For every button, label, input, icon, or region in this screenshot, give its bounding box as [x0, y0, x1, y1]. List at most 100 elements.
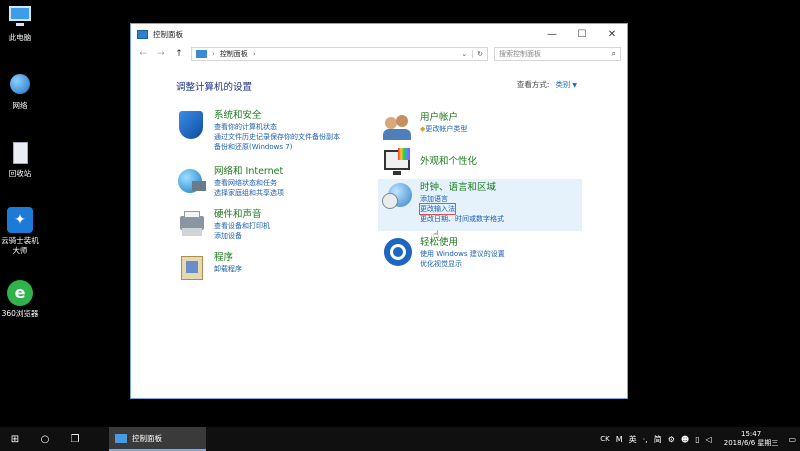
title-bar[interactable]: 控制面板 — ☐ ✕ [131, 24, 627, 44]
category-hardware-sound: 硬件和声音 查看设备和打印机 添加设备 [176, 208, 270, 241]
category-title[interactable]: 外观和个性化 [420, 155, 477, 168]
change-input-method-link[interactable]: 更改输入法 [419, 203, 456, 215]
desktop-icon-label: 回收站 [8, 169, 32, 178]
chevron-down-icon[interactable]: ▼ [572, 82, 577, 89]
category-link[interactable]: 使用 Windows 建议的设置 [420, 249, 505, 259]
search-icon[interactable]: ⌕ [612, 49, 616, 59]
control-panel-window: 控制面板 — ☐ ✕ ← → ↑ › 控制面板 › ⌄ ↻ 搜索控制面板 ⌕ 调… [130, 23, 628, 399]
category-user-accounts: 用户帐户 ◆更改帐户类型 [382, 111, 467, 143]
category-link[interactable]: 卸载程序 [214, 264, 242, 274]
control-panel-icon [115, 433, 127, 443]
control-panel-icon [137, 29, 148, 39]
back-arrow-icon[interactable]: ← [137, 49, 149, 59]
refresh-icon[interactable]: ↻ [472, 50, 483, 58]
minimize-button[interactable]: — [537, 24, 567, 44]
window-title: 控制面板 [153, 29, 183, 39]
view-by: 查看方式: 类别 ▼ [517, 79, 577, 90]
page-title: 调整计算机的设置 [176, 82, 253, 93]
desktop-icon-recycle-bin[interactable]: 回收站 [0, 140, 40, 179]
navigation-bar: ← → ↑ › 控制面板 › ⌄ ↻ 搜索控制面板 ⌕ [131, 44, 627, 64]
desktop-icon-label: 网络 [12, 101, 28, 110]
category-ease-of-access: 轻松使用 使用 Windows 建议的设置 优化视觉显示 [382, 236, 505, 269]
desktop-icon-label: 云骑士装机 大师 [1, 236, 39, 255]
category-link[interactable]: 添加设备 [214, 231, 270, 241]
desktop-icon-this-pc[interactable]: 此电脑 [0, 4, 40, 43]
desktop-icon-360-browser[interactable]: e 360浏览器 [0, 280, 40, 319]
category-title[interactable]: 程序 [214, 251, 242, 264]
category-link[interactable]: 更改日期、时间或数字格式 [420, 214, 504, 224]
category-title[interactable]: 网络和 Internet [214, 165, 284, 178]
maximize-button[interactable]: ☐ [567, 24, 597, 44]
browser-360-icon: e [7, 280, 33, 306]
category-system-security: 系统和安全 查看你的计算机状态 通过文件历史记录保存你的文件备份副本 备份和还原… [176, 109, 340, 152]
category-link[interactable]: 备份和还原(Windows 7) [214, 142, 340, 152]
desktop-icon-yunqishi[interactable]: ✦ 云骑士装机 大师 [0, 207, 40, 256]
category-link[interactable]: 查看你的计算机状态 [214, 122, 340, 132]
chevron-down-icon[interactable]: ⌄ [461, 50, 467, 58]
control-panel-icon [196, 50, 207, 58]
category-link[interactable]: 选择家庭组和共享选项 [214, 188, 284, 198]
search-input[interactable]: 搜索控制面板 ⌕ [494, 47, 621, 61]
people-icon[interactable]: ☻ [681, 435, 689, 444]
category-link[interactable]: 优化视觉显示 [420, 259, 505, 269]
forward-arrow-icon[interactable]: → [155, 49, 167, 59]
search-placeholder: 搜索控制面板 [499, 50, 541, 58]
cortana-search-icon[interactable]: ○ [30, 427, 60, 451]
breadcrumb-control-panel[interactable]: 控制面板 [220, 49, 248, 59]
category-link-text[interactable]: 更改帐户类型 [425, 125, 467, 133]
windows-start-icon[interactable]: ⊞ [0, 427, 30, 451]
control-panel-content: 调整计算机的设置 查看方式: 类别 ▼ 系统和安全 查看你的计算机状态 通过文件历史… [131, 64, 627, 398]
programs-box-icon[interactable] [176, 251, 208, 283]
network-globe-icon [7, 72, 33, 98]
category-link[interactable]: 查看网络状态和任务 [214, 178, 284, 188]
clock-globe-icon[interactable] [382, 181, 414, 213]
shield-icon[interactable] [176, 109, 208, 141]
tray-item[interactable]: ⚙ [668, 435, 675, 444]
category-link[interactable]: ◆更改帐户类型 [420, 124, 467, 134]
category-link[interactable]: 通过文件历史记录保存你的文件备份副本 [214, 132, 340, 142]
yunqishi-logo-icon: ✦ [7, 207, 33, 233]
view-by-label: 查看方式: [516, 80, 550, 89]
view-by-dropdown[interactable]: 类别 [555, 80, 570, 89]
desktop-icon-label: 360浏览器 [1, 309, 39, 318]
notification-icon[interactable]: ▭ [788, 435, 796, 444]
users-icon[interactable] [382, 111, 414, 143]
tray-item[interactable]: M [616, 435, 623, 444]
category-link[interactable]: 添加语言 [420, 194, 504, 204]
category-title[interactable]: 时钟、语言和区域 [420, 181, 504, 194]
appearance-monitor-icon[interactable] [382, 146, 414, 178]
category-title[interactable]: 硬件和声音 [214, 208, 270, 221]
taskbar-app-control-panel[interactable]: 控制面板 [109, 427, 206, 451]
taskbar-app-label: 控制面板 [132, 433, 162, 443]
recycle-bin-icon [7, 140, 33, 166]
speaker-icon[interactable]: ◁ [706, 435, 712, 444]
category-clock-language-region: 时钟、语言和区域 添加语言 更改输入法 更改日期、时间或数字格式 [378, 179, 582, 231]
taskbar: ⊞ ○ ❐ 控制面板 CK M 英 ·, 简 ⚙ ☻ ▯ ◁ 15:47 201… [0, 427, 800, 451]
system-tray: CK M 英 ·, 简 ⚙ ☻ ▯ ◁ 15:47 2018/6/6 星期三 ▭ [600, 430, 800, 448]
printer-icon[interactable] [176, 208, 208, 240]
category-appearance: 外观和个性化 [382, 146, 477, 178]
task-view-icon[interactable]: ❐ [60, 427, 90, 451]
category-title[interactable]: 系统和安全 [214, 109, 340, 122]
close-button[interactable]: ✕ [597, 24, 627, 44]
category-title[interactable]: 用户帐户 [420, 111, 467, 124]
tray-item[interactable]: 简 [654, 434, 662, 445]
network-globe-icon[interactable] [176, 165, 208, 197]
clock-date: 2018/6/6 星期三 [723, 439, 779, 447]
clock-time: 15:47 [741, 430, 762, 438]
taskbar-clock[interactable]: 15:47 2018/6/6 星期三 [724, 430, 779, 448]
breadcrumb-separator[interactable]: › [253, 50, 256, 58]
category-link[interactable]: 查看设备和打印机 [214, 221, 270, 231]
up-arrow-icon[interactable]: ↑ [173, 49, 185, 59]
hand-cursor-icon: ☝ [433, 230, 440, 241]
breadcrumb-separator: › [212, 50, 215, 58]
monitor-icon [7, 4, 33, 30]
desktop-icon-network[interactable]: 网络 [0, 72, 40, 111]
ease-of-access-icon[interactable] [382, 236, 414, 268]
tray-item[interactable]: ·, [643, 435, 648, 444]
address-bar[interactable]: › 控制面板 › ⌄ ↻ [191, 47, 488, 61]
tray-item[interactable]: CK [600, 435, 609, 443]
network-icon[interactable]: ▯ [695, 435, 699, 444]
tray-item[interactable]: 英 [629, 434, 637, 445]
desktop-icon-label: 此电脑 [8, 33, 32, 42]
